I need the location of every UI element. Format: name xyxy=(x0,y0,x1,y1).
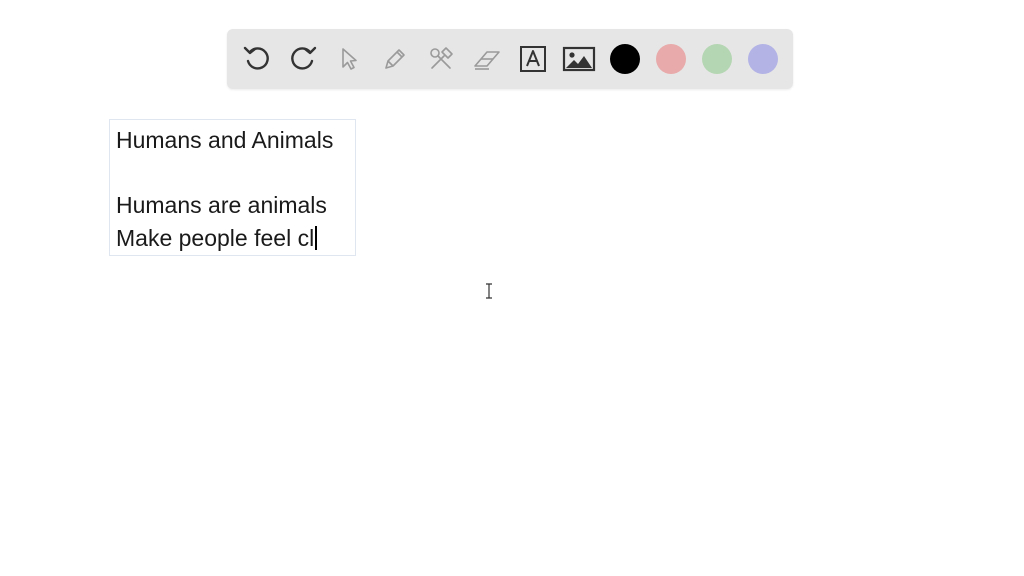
tools-icon xyxy=(430,47,453,69)
image-tool-button[interactable] xyxy=(561,41,597,77)
text-line-blank xyxy=(116,157,349,190)
redo-icon xyxy=(291,46,317,70)
drawing-toolbar xyxy=(227,29,793,89)
image-icon xyxy=(562,46,596,72)
pen-icon xyxy=(385,49,405,69)
select-tool-button[interactable] xyxy=(331,41,367,77)
text-line: Humans are animals xyxy=(116,192,327,218)
text-tool-button[interactable] xyxy=(515,41,551,77)
color-swatch-pink[interactable] xyxy=(656,44,686,74)
redo-button[interactable] xyxy=(285,41,321,77)
text-line-editing: Make people feel cl xyxy=(116,222,349,255)
undo-button[interactable] xyxy=(239,41,275,77)
text-caret xyxy=(315,225,318,250)
tools-button[interactable] xyxy=(423,41,459,77)
undo-icon xyxy=(243,46,269,70)
select-pointer-icon xyxy=(342,48,357,70)
eraser-tool-button[interactable] xyxy=(469,41,505,77)
text-line-current: Make people feel cl xyxy=(116,224,315,251)
text-line-title: Humans and Animals xyxy=(116,127,334,153)
whiteboard-canvas[interactable]: Humans and Animals Humans are animals Ma… xyxy=(0,0,1024,576)
color-swatch-black[interactable] xyxy=(610,44,640,74)
text-tool-icon xyxy=(520,46,546,72)
pen-tool-button[interactable] xyxy=(377,41,413,77)
color-swatch-green[interactable] xyxy=(702,44,732,74)
text-box[interactable]: Humans and Animals Humans are animals Ma… xyxy=(109,119,356,256)
color-swatch-lavender[interactable] xyxy=(748,44,778,74)
text-cursor-icon xyxy=(486,283,492,299)
eraser-icon xyxy=(474,51,500,70)
